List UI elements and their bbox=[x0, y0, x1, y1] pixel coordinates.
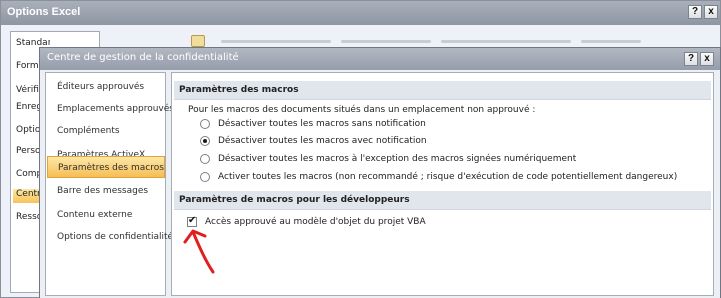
radio-disable-with-notification[interactable]: Désactiver toutes les macros avec notifi… bbox=[200, 134, 427, 148]
macro-settings-panel: Paramètres des macros Pour les macros de… bbox=[171, 72, 714, 296]
trust-center-nav: Éditeurs approuvés Emplacements approuvé… bbox=[45, 72, 174, 296]
nav-item-trusted-locations[interactable]: Emplacements approuvés bbox=[47, 98, 174, 120]
nav-item-addins[interactable]: Compléments bbox=[47, 120, 165, 142]
dialog-close-button[interactable]: x bbox=[700, 52, 714, 66]
radio-label: Désactiver toutes les macros sans notifi… bbox=[218, 119, 426, 129]
radio-button-selected[interactable] bbox=[200, 136, 210, 146]
outer-help-button[interactable]: ? bbox=[688, 5, 702, 19]
outer-close-button[interactable]: x bbox=[704, 5, 718, 19]
radio-disable-except-signed[interactable]: Désactiver toutes les macros à l'excepti… bbox=[200, 152, 576, 166]
dialog-help-button[interactable]: ? bbox=[684, 52, 698, 66]
checkbox-label: Accès approuvé au modèle d'objet du proj… bbox=[205, 217, 426, 227]
nav-item-trusted-publishers[interactable]: Éditeurs approuvés bbox=[47, 76, 165, 98]
options-excel-title: Options Excel bbox=[7, 6, 81, 18]
radio-button[interactable] bbox=[200, 154, 210, 164]
nav-item-external-content[interactable]: Contenu externe bbox=[47, 204, 165, 226]
trust-center-body: Éditeurs approuvés Emplacements approuvé… bbox=[40, 70, 720, 298]
options-excel-titlebar: Options Excel ? x bbox=[1, 1, 720, 25]
radio-button[interactable] bbox=[200, 172, 210, 182]
nav-item-macro-settings[interactable]: Paramètres des macros bbox=[47, 156, 165, 178]
developer-settings-header: Paramètres de macros pour les développeu… bbox=[174, 191, 711, 210]
radio-enable-all[interactable]: Activer toutes les macros (non recommand… bbox=[200, 170, 677, 184]
trust-center-title: Centre de gestion de la confidentialité bbox=[47, 52, 239, 63]
radio-disable-no-notification[interactable]: Désactiver toutes les macros sans notifi… bbox=[200, 117, 426, 131]
macro-settings-description: Pour les macros des documents situés dan… bbox=[188, 105, 536, 115]
radio-label: Désactiver toutes les macros avec notifi… bbox=[218, 136, 427, 146]
radio-button[interactable] bbox=[200, 119, 210, 129]
trust-center-titlebar: Centre de gestion de la confidentialité … bbox=[40, 48, 720, 70]
red-arrow-annotation bbox=[183, 229, 215, 274]
radio-label: Activer toutes les macros (non recommand… bbox=[218, 172, 678, 182]
radio-label: Désactiver toutes les macros à l'excepti… bbox=[218, 154, 577, 164]
lock-icon bbox=[191, 35, 205, 47]
trust-center-dialog: Centre de gestion de la confidentialité … bbox=[39, 47, 721, 298]
nav-item-privacy-options[interactable]: Options de confidentialité bbox=[47, 226, 173, 248]
nav-item-message-bar[interactable]: Barre des messages bbox=[47, 180, 165, 202]
macro-settings-header: Paramètres des macros bbox=[174, 81, 711, 100]
